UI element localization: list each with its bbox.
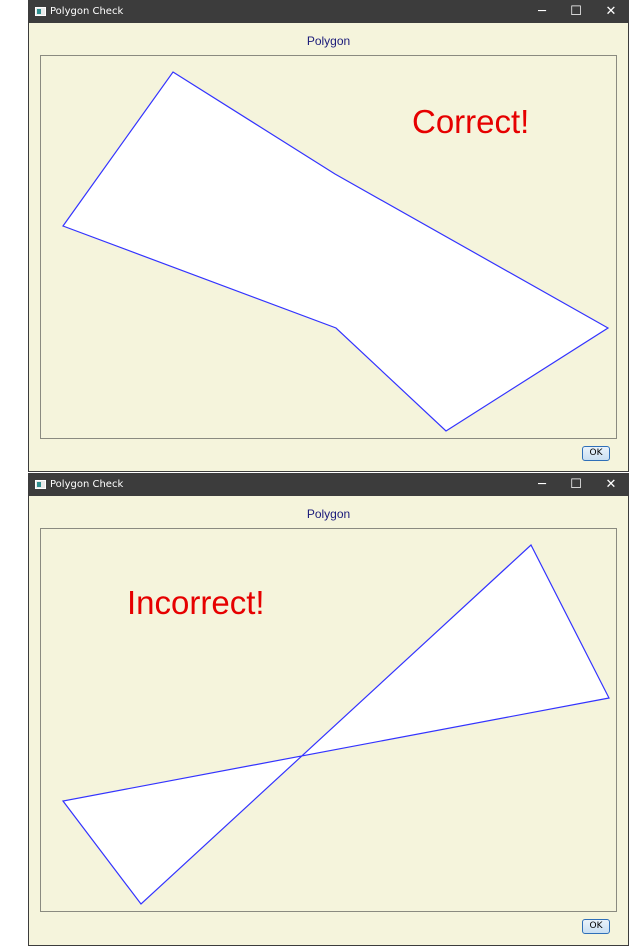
polygon-check-window-incorrect: Polygon Check ─ ☐ ✕ Polygon Incorrect! O… xyxy=(28,473,629,946)
polygon-check-window-correct: Polygon Check ─ ☐ ✕ Polygon Correct! OK xyxy=(28,0,629,472)
minimize-icon[interactable]: ─ xyxy=(525,1,559,23)
polygon-canvas: Incorrect! xyxy=(40,528,617,912)
title-bar[interactable]: Polygon Check ─ ☐ ✕ xyxy=(29,474,628,496)
polygon-drawing xyxy=(62,71,610,432)
minimize-icon[interactable]: ─ xyxy=(525,474,559,496)
title-bar[interactable]: Polygon Check ─ ☐ ✕ xyxy=(29,1,628,23)
verdict-label: Incorrect! xyxy=(127,584,265,621)
window-title: Polygon Check xyxy=(50,6,124,17)
panel-title: Polygon xyxy=(306,507,351,521)
close-icon[interactable]: ✕ xyxy=(594,1,628,23)
polygon-canvas: Correct! xyxy=(40,55,617,439)
maximize-icon[interactable]: ☐ xyxy=(559,1,593,23)
app-icon xyxy=(35,480,46,489)
maximize-icon[interactable]: ☐ xyxy=(559,474,593,496)
ok-button[interactable]: OK xyxy=(582,919,610,934)
ok-button[interactable]: OK xyxy=(582,446,610,461)
app-icon xyxy=(35,7,46,16)
close-icon[interactable]: ✕ xyxy=(594,474,628,496)
verdict-label: Correct! xyxy=(412,103,530,140)
window-title: Polygon Check xyxy=(50,479,124,490)
panel-title: Polygon xyxy=(306,34,351,48)
